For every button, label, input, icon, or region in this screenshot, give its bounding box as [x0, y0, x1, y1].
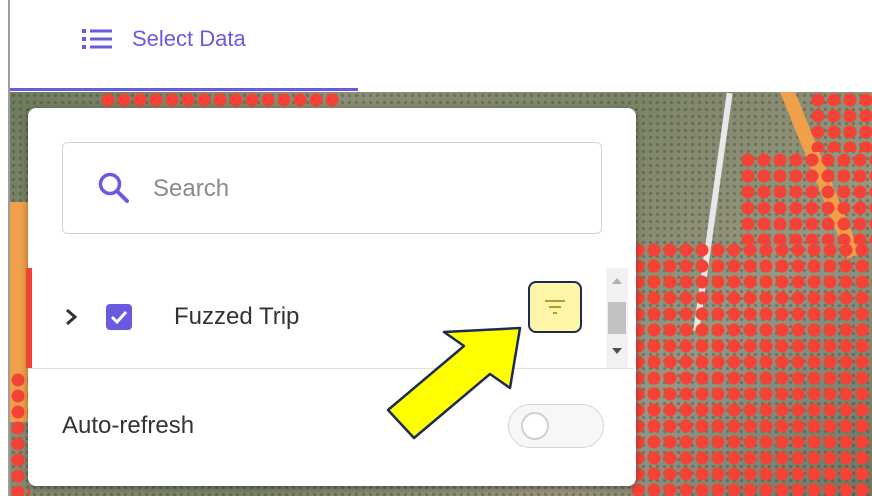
- window-edge: [8, 0, 10, 496]
- list-icon: [82, 29, 112, 49]
- check-icon: [110, 310, 128, 325]
- tab-select-data[interactable]: Select Data: [82, 26, 246, 52]
- app-header: Select Data: [0, 0, 872, 92]
- callout-arrow-icon: [386, 326, 522, 440]
- chevron-right-icon[interactable]: [62, 306, 80, 328]
- tab-label: Select Data: [132, 26, 246, 51]
- active-tab-indicator: [10, 88, 358, 91]
- scroll-down-arrow[interactable]: [612, 348, 622, 354]
- scroll-up-arrow[interactable]: [612, 278, 622, 284]
- data-points-cluster: [740, 152, 872, 244]
- layer-item-fuzzed-trip[interactable]: Fuzzed Trip: [26, 268, 634, 368]
- auto-refresh-label: Auto-refresh: [62, 412, 195, 439]
- layer-list-scrollbar[interactable]: [606, 268, 628, 368]
- search-box[interactable]: [62, 142, 602, 234]
- data-points-cluster: [10, 372, 30, 496]
- scroll-thumb[interactable]: [608, 302, 626, 334]
- search-input[interactable]: [151, 171, 555, 207]
- filter-button[interactable]: [528, 281, 582, 333]
- layer-name: Fuzzed Trip: [174, 303, 300, 330]
- layer-checkbox[interactable]: [106, 304, 132, 330]
- divider: [28, 368, 634, 369]
- data-points-cluster: [810, 92, 872, 152]
- data-panel: Fuzzed Trip Auto-refresh: [26, 108, 636, 486]
- layer-color-indicator: [26, 268, 32, 368]
- data-points-cluster: [630, 242, 872, 496]
- toggle-knob: [521, 412, 549, 440]
- data-points-cluster: [100, 92, 340, 108]
- search-icon: [98, 172, 129, 203]
- filter-icon: [545, 300, 565, 314]
